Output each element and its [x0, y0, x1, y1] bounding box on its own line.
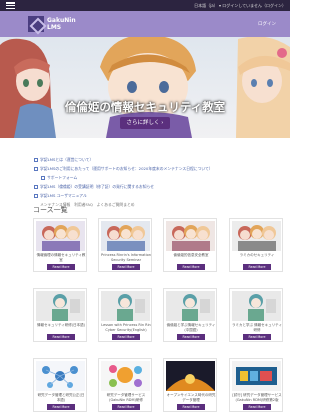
course-card[interactable]: 倫倫姫的信息安全教室 Read More: [163, 218, 217, 272]
document-icon: [41, 176, 45, 180]
course-card[interactable]: ラミカと学ぶ 情報セキュリティ研修 Read More: [229, 288, 283, 342]
read-more-button[interactable]: Read More: [243, 264, 271, 270]
course-thumbnail: [166, 361, 215, 391]
read-more-button[interactable]: Read More: [177, 334, 205, 340]
course-card[interactable]: 倫倫姫と学ぶ情報セキュリティ(中国語) Read More: [163, 288, 217, 342]
section-title: コース一覧: [33, 206, 68, 214]
read-more-button[interactable]: Read More: [47, 334, 75, 340]
document-icon: [34, 185, 38, 189]
course-title: オープンサイエンス時代の研究データ管理: [166, 393, 216, 402]
site-header: GakuNin LMS ログイン: [0, 11, 290, 37]
read-more-button[interactable]: Read More: [47, 404, 75, 410]
document-icon: [34, 158, 38, 162]
menu-icon[interactable]: [6, 2, 15, 9]
hero-title: 倫倫姫の情報セキュリティ教室: [64, 100, 226, 114]
top-bar: 日本語（ja） ▾ ログインしていません（ログイン）: [0, 0, 290, 11]
logo-icon[interactable]: [28, 16, 44, 32]
read-more-button[interactable]: Read More: [112, 404, 140, 410]
course-thumbnail: [36, 291, 85, 321]
read-more-button[interactable]: Read More: [177, 264, 205, 270]
course-title: 倫倫姫的信息安全教室: [173, 253, 209, 257]
course-title: ラミカのセキュリティ: [239, 253, 275, 257]
course-title: 研究データ管理と研究公正(日本語): [37, 393, 85, 402]
course-card[interactable]: [試行] 研究データ管理サービス(GakuNin RDM)研修第2版 Read …: [229, 358, 283, 412]
news-item[interactable]: 学認LMSとは（運営について）: [34, 155, 284, 164]
course-card[interactable]: Lesson with Princess Rin Rin Cyber Secur…: [98, 288, 152, 342]
course-thumbnail: [166, 221, 215, 251]
read-more-button[interactable]: Read More: [243, 334, 271, 340]
course-thumbnail: [36, 361, 85, 391]
course-card[interactable]: ラミカのセキュリティ Read More: [229, 218, 283, 272]
course-title: Princess Rinrin's Information Security S…: [101, 253, 151, 262]
course-card[interactable]: オープンサイエンス時代の研究データ管理 Read More: [163, 358, 217, 412]
read-more-button[interactable]: Read More: [112, 264, 140, 270]
read-more-button[interactable]: Read More: [47, 264, 75, 270]
read-more-button[interactable]: Read More: [177, 404, 205, 410]
login-link[interactable]: ログイン: [258, 21, 276, 27]
document-icon: [34, 194, 38, 198]
course-thumbnail: [101, 361, 150, 391]
course-card[interactable]: 情報倫理の情報セキュリティ教室 Read More: [33, 218, 87, 272]
top-links[interactable]: 日本語（ja） ▾ ログインしていません（ログイン）: [194, 3, 286, 9]
course-card[interactable]: Princess Rinrin's Information Security S…: [98, 218, 152, 272]
course-title: 倫倫姫と学ぶ情報セキュリティ(中国語): [166, 323, 216, 332]
course-card[interactable]: 研究データ管理サービス(GakuNin RDM)研修 Read More: [98, 358, 152, 412]
news-item[interactable]: サポートフォーム: [34, 173, 284, 182]
news-item[interactable]: 学認LMSのご利用にあたって（運用サポートのお知らせ：2020年度末のメンテナン…: [34, 164, 284, 173]
course-thumbnail: [166, 291, 215, 321]
course-thumbnail: [36, 221, 85, 251]
course-title: [試行] 研究データ管理サービス(GakuNin RDM)研修第2版: [232, 393, 282, 402]
course-card[interactable]: 情報セキュリティ研修(日本語) Read More: [33, 288, 87, 342]
course-title: 情報セキュリティ研修(日本語): [36, 323, 86, 327]
news-item[interactable]: 学認LMS（倫倫姫）の受講証明（修了証）の発行に関するお知らせ: [34, 182, 284, 191]
news-list: 学認LMSとは（運営について） 学認LMSのご利用にあたって（運用サポートのお知…: [34, 155, 284, 209]
course-card[interactable]: 研究データ管理と研究公正(日本語) Read More: [33, 358, 87, 412]
course-thumbnail: [232, 361, 281, 391]
course-thumbnail: [232, 221, 281, 251]
document-icon: [34, 167, 38, 171]
course-title: 研究データ管理サービス(GakuNin RDM)研修: [106, 393, 146, 402]
logo-text[interactable]: GakuNin LMS: [47, 17, 76, 31]
news-item[interactable]: 学認LMS ユーザマニュアル: [34, 191, 284, 200]
course-thumbnail: [101, 291, 150, 321]
course-title: ラミカと学ぶ 情報セキュリティ研修: [232, 323, 282, 332]
course-title: 情報倫理の情報セキュリティ教室: [36, 253, 86, 262]
course-thumbnail: [101, 221, 150, 251]
learn-more-button[interactable]: さらに詳しく ›: [120, 117, 170, 129]
read-more-button[interactable]: Read More: [243, 404, 271, 410]
course-title: Lesson with Princess Rin Rin Cyber Secur…: [101, 323, 151, 332]
news-item[interactable]: メンテナンス情報 利用者FAQ よくあるご質問まとめ: [34, 200, 284, 209]
read-more-button[interactable]: Read More: [112, 334, 140, 340]
hero-banner: 倫倫姫の情報セキュリティ教室 さらに詳しく ›: [0, 37, 290, 138]
course-thumbnail: [232, 291, 281, 321]
